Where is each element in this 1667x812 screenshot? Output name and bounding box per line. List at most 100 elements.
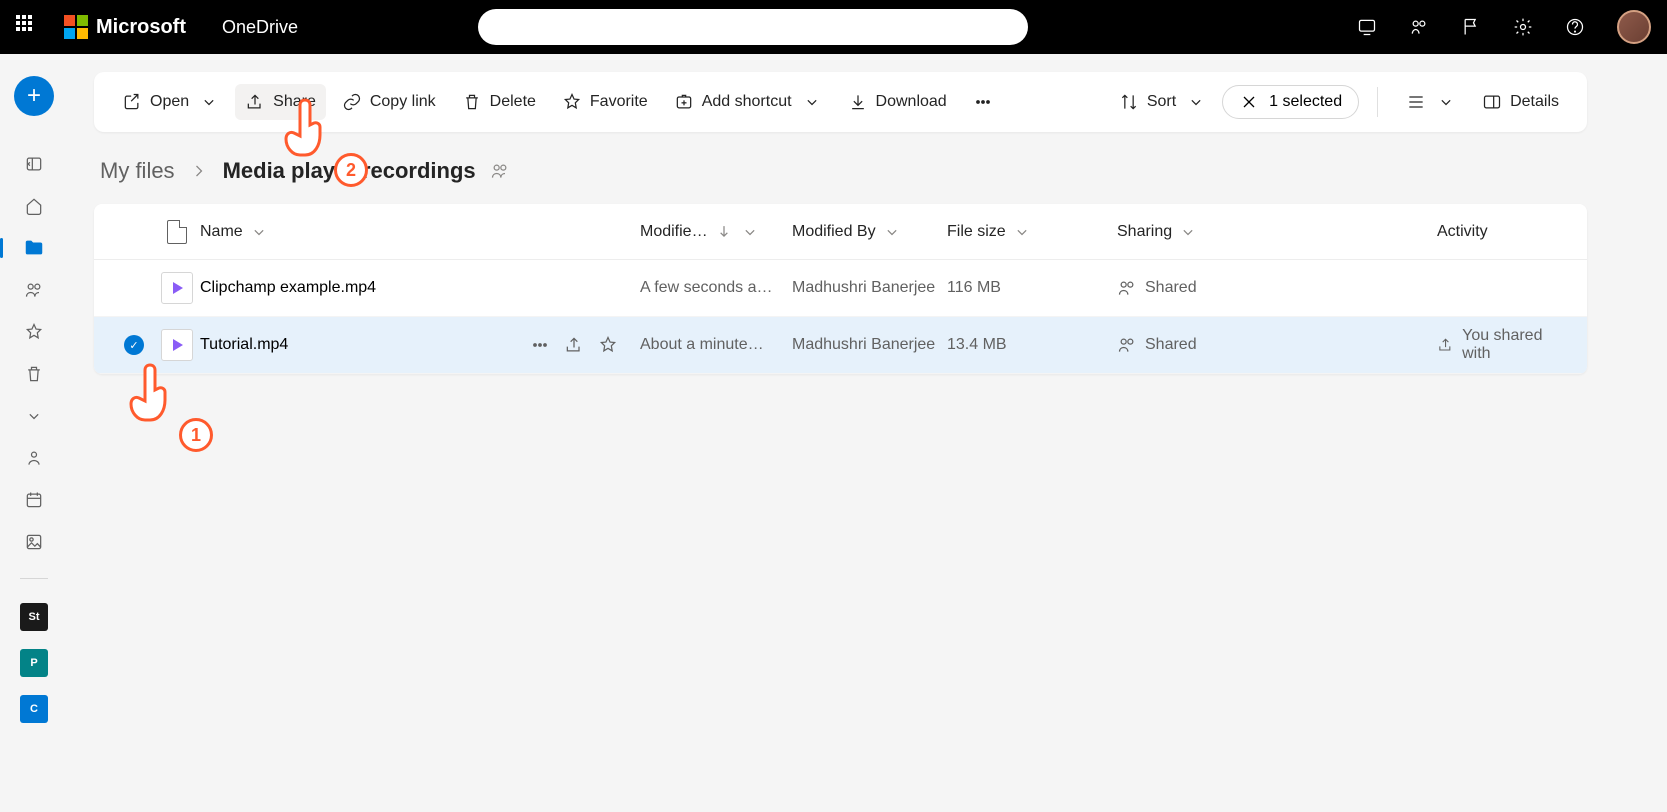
file-size: 116 MB — [947, 279, 1117, 297]
chevron-down-icon — [1178, 222, 1198, 242]
link-icon — [342, 92, 362, 112]
table-row[interactable]: Clipchamp example.mp4 A few seconds a… M… — [94, 260, 1587, 317]
column-modified-by[interactable]: Modified By — [792, 222, 947, 242]
app-launcher-icon[interactable] — [16, 15, 40, 39]
more-icon[interactable] — [530, 335, 550, 355]
calendar-icon[interactable] — [22, 488, 46, 512]
video-file-icon — [161, 272, 193, 304]
video-file-icon — [161, 329, 193, 361]
left-nav-rail: + St P C — [0, 54, 68, 812]
chevron-down-icon — [1012, 222, 1032, 242]
file-name[interactable]: Tutorial.mp4 — [200, 336, 530, 354]
tile-c[interactable]: C — [20, 695, 48, 723]
download-label: Download — [876, 93, 947, 111]
file-activity: You shared with — [1437, 327, 1567, 363]
home-icon[interactable] — [22, 194, 46, 218]
row-checkbox[interactable]: ✓ — [114, 335, 154, 355]
column-file-size[interactable]: File size — [947, 222, 1117, 242]
app-name[interactable]: OneDrive — [222, 17, 298, 38]
tile-p[interactable]: P — [20, 649, 48, 677]
file-type-icon — [167, 220, 187, 244]
file-size: 13.4 MB — [947, 336, 1117, 354]
more-icon — [973, 92, 993, 112]
people-icon — [1117, 335, 1137, 355]
breadcrumb: My files Media player recordings — [100, 158, 1587, 184]
panel-icon[interactable] — [22, 152, 46, 176]
chevron-down-icon — [1186, 92, 1206, 112]
file-modified-by: Madhushri Banerjee — [792, 336, 947, 354]
column-activity[interactable]: Activity — [1437, 223, 1567, 241]
gear-icon[interactable] — [1513, 17, 1533, 37]
selected-count-label: 1 selected — [1269, 93, 1342, 111]
breadcrumb-current: Media player recordings — [223, 158, 476, 184]
star-icon[interactable] — [598, 335, 618, 355]
chevron-down-icon — [740, 222, 760, 242]
share-icon[interactable] — [564, 335, 584, 355]
microsoft-logo[interactable]: Microsoft — [64, 15, 186, 39]
breadcrumb-root[interactable]: My files — [100, 158, 175, 184]
close-icon[interactable] — [1239, 92, 1259, 112]
file-table: Name Modifie… Modified By File size Shar… — [94, 204, 1587, 374]
chevron-down-icon — [199, 92, 219, 112]
add-button[interactable]: + — [14, 76, 54, 116]
recycle-bin-icon[interactable] — [22, 362, 46, 386]
list-view-icon — [1406, 92, 1426, 112]
details-button[interactable]: Details — [1472, 84, 1569, 120]
screen-icon[interactable] — [1357, 17, 1377, 37]
person-icon[interactable] — [22, 446, 46, 470]
search-icon — [494, 17, 514, 37]
file-name[interactable]: Clipchamp example.mp4 — [200, 279, 530, 297]
favorites-icon[interactable] — [22, 320, 46, 344]
delete-button[interactable]: Delete — [452, 84, 546, 120]
shared-icon[interactable] — [22, 278, 46, 302]
shared-folder-icon — [490, 161, 510, 181]
file-modified-by: Madhushri Banerjee — [792, 279, 947, 297]
chevron-down-icon — [1436, 92, 1456, 112]
column-name[interactable]: Name — [200, 222, 530, 242]
file-sharing[interactable]: Shared — [1117, 335, 1437, 355]
file-modified: About a minute… — [640, 336, 792, 354]
share-arrow-icon — [1437, 335, 1454, 355]
share-icon — [245, 92, 265, 112]
column-sharing[interactable]: Sharing — [1117, 222, 1437, 242]
copy-link-button[interactable]: Copy link — [332, 84, 446, 120]
flag-icon[interactable] — [1461, 17, 1481, 37]
user-avatar[interactable] — [1617, 10, 1651, 44]
sort-icon — [1119, 92, 1139, 112]
sort-label: Sort — [1147, 93, 1176, 111]
table-row[interactable]: ✓ Tutorial.mp4 About a minute… Madhushri… — [94, 317, 1587, 374]
trash-icon — [462, 92, 482, 112]
star-icon — [562, 92, 582, 112]
details-label: Details — [1510, 93, 1559, 111]
open-button[interactable]: Open — [112, 84, 229, 120]
details-icon — [1482, 92, 1502, 112]
expand-icon[interactable] — [22, 404, 46, 428]
teams-icon[interactable] — [1409, 17, 1429, 37]
view-toggle-button[interactable] — [1396, 84, 1466, 120]
share-button[interactable]: Share — [235, 84, 326, 120]
selection-pill[interactable]: 1 selected — [1222, 85, 1359, 119]
add-shortcut-button[interactable]: Add shortcut — [664, 84, 832, 120]
favorite-label: Favorite — [590, 93, 648, 111]
command-toolbar: Open Share Copy link Delete Favorite Add… — [94, 72, 1587, 132]
add-shortcut-label: Add shortcut — [702, 93, 792, 111]
copy-link-label: Copy link — [370, 93, 436, 111]
tile-st[interactable]: St — [20, 603, 48, 631]
column-modified[interactable]: Modifie… — [640, 222, 792, 242]
arrow-down-icon — [714, 222, 734, 242]
search-input[interactable] — [478, 9, 1028, 45]
download-button[interactable]: Download — [838, 84, 957, 120]
main-content: Open Share Copy link Delete Favorite Add… — [68, 54, 1667, 812]
more-button[interactable] — [963, 84, 1003, 120]
file-sharing[interactable]: Shared — [1117, 278, 1437, 298]
help-icon[interactable] — [1565, 17, 1585, 37]
delete-label: Delete — [490, 93, 536, 111]
check-icon: ✓ — [124, 335, 144, 355]
sort-button[interactable]: Sort — [1109, 84, 1216, 120]
open-icon — [122, 92, 142, 112]
download-icon — [848, 92, 868, 112]
my-files-icon[interactable] — [22, 236, 46, 260]
favorite-button[interactable]: Favorite — [552, 84, 658, 120]
photos-icon[interactable] — [22, 530, 46, 554]
people-icon — [1117, 278, 1137, 298]
